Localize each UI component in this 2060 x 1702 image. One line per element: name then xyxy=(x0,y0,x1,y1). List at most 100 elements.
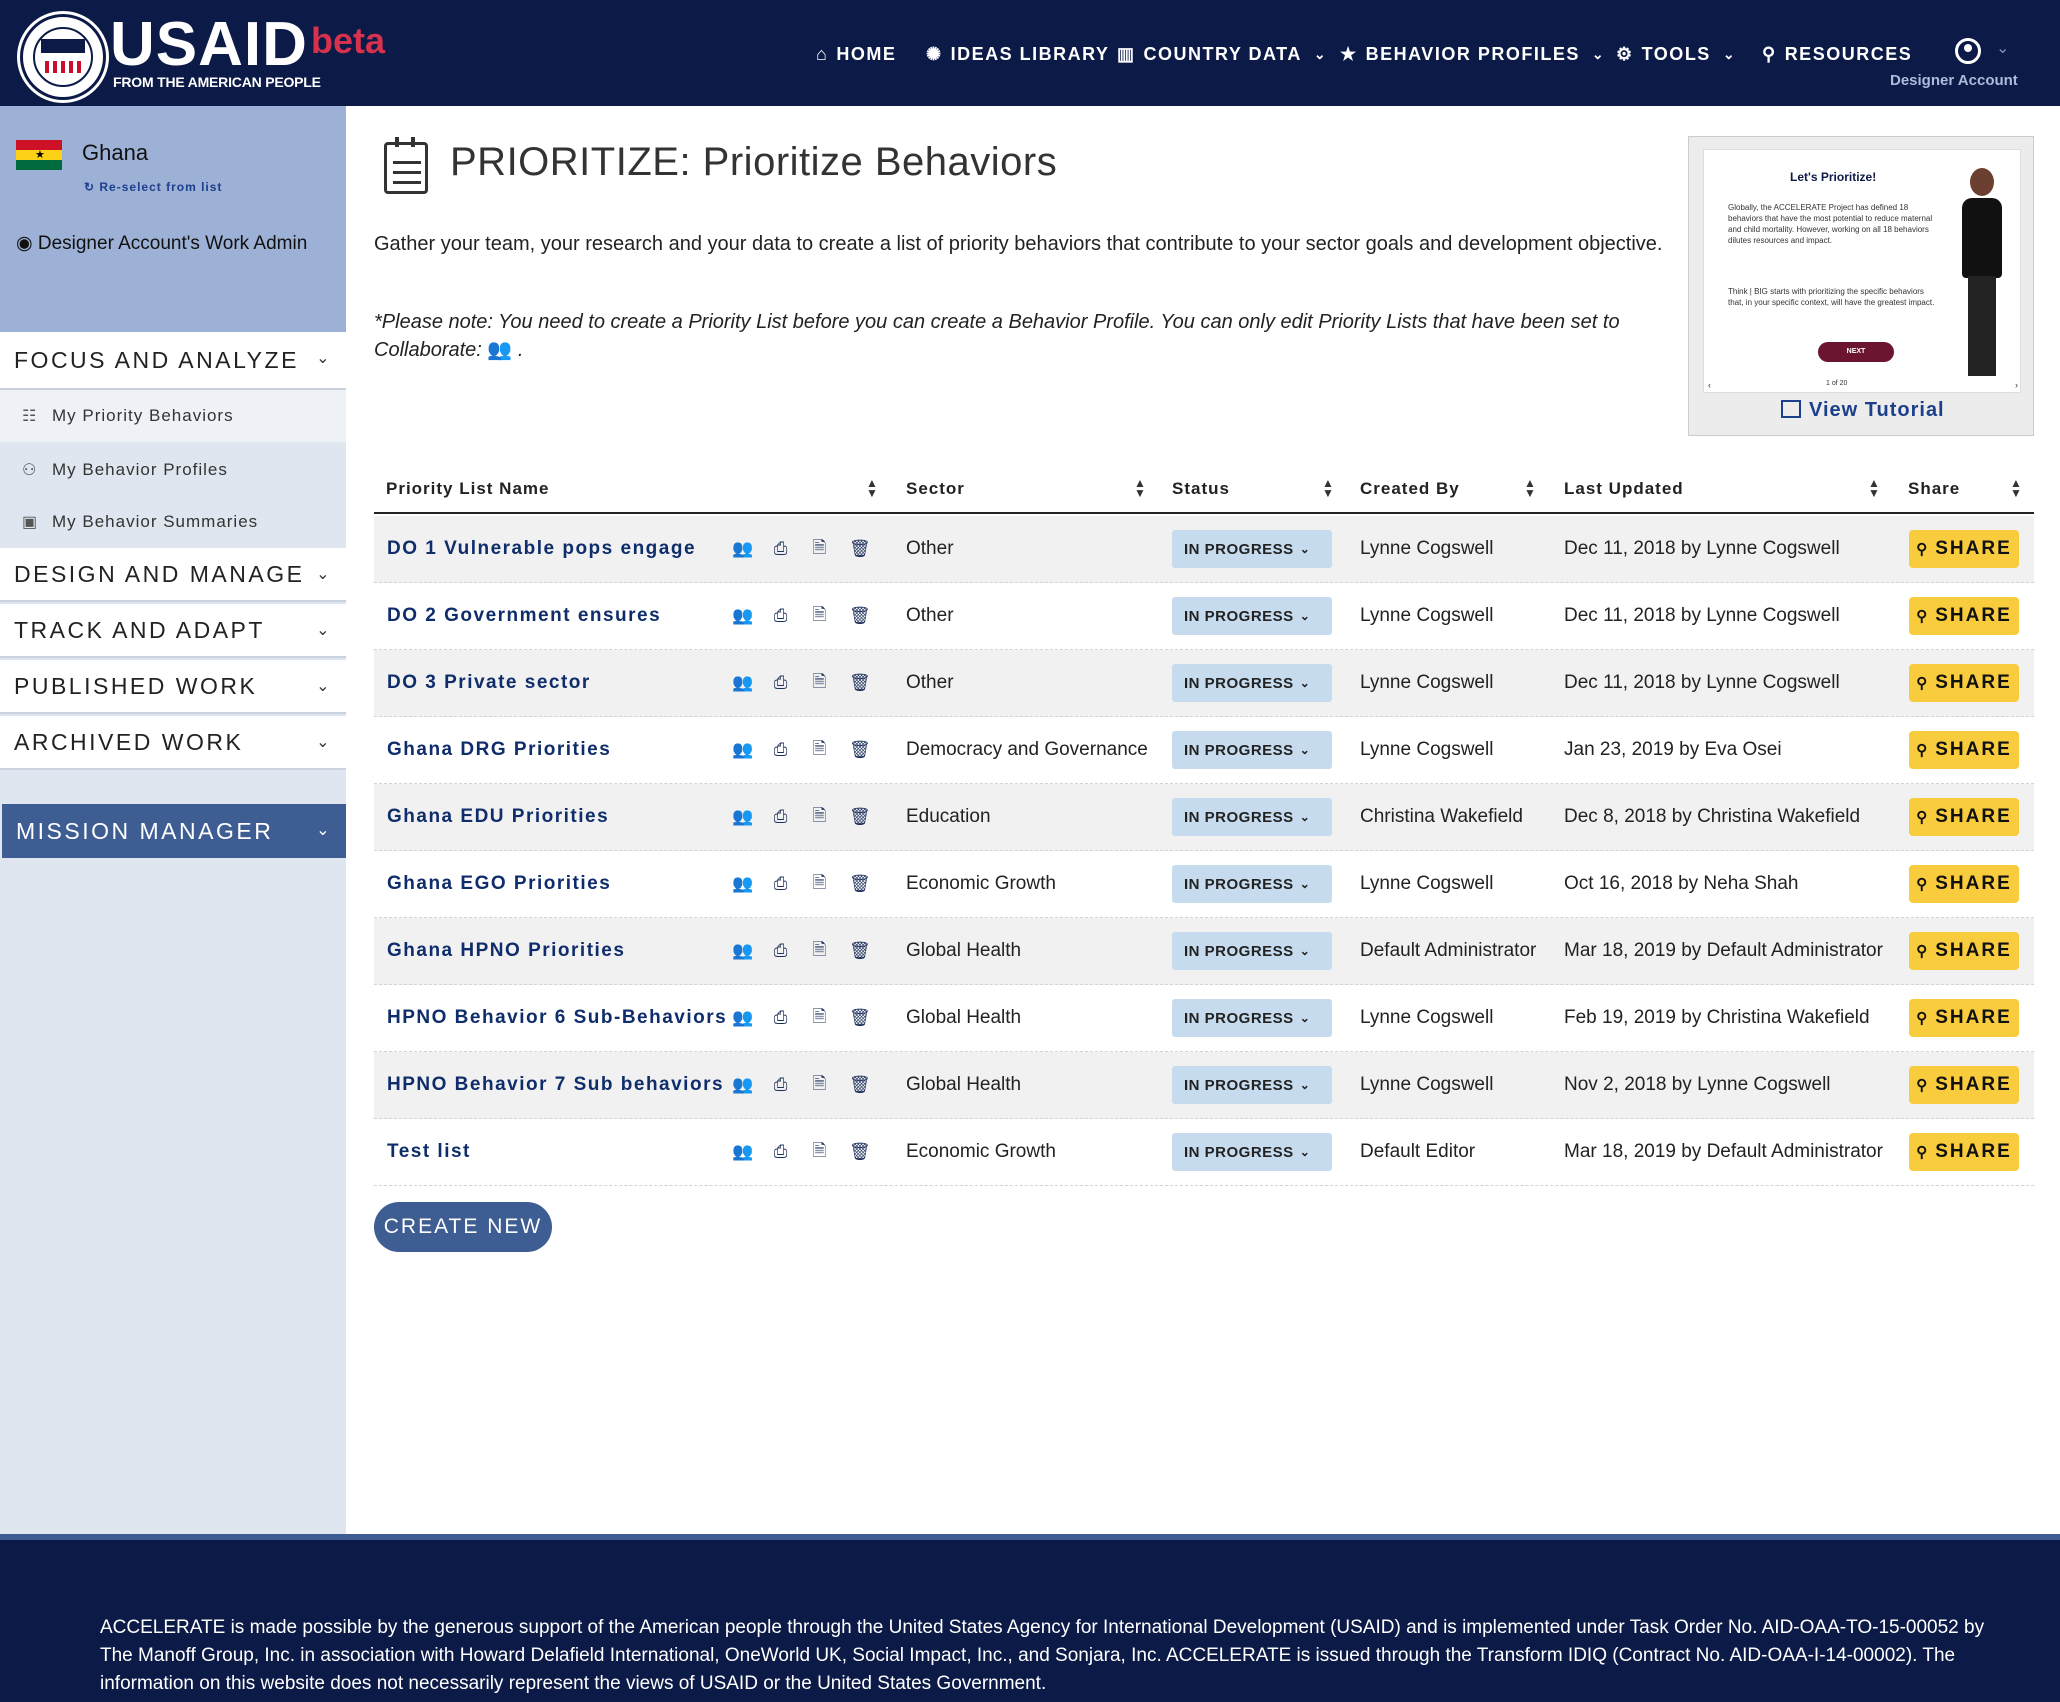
share-button[interactable]: ⚲ SHARE xyxy=(1909,1133,2019,1171)
status-dropdown[interactable]: IN PROGRESS ⌄ xyxy=(1172,865,1332,903)
pdf-icon[interactable]: 🗎 xyxy=(810,736,829,765)
trash-icon[interactable]: 🗑 xyxy=(849,606,871,626)
collaborate-icon[interactable]: 👥 xyxy=(732,807,753,827)
trash-icon[interactable]: 🗑 xyxy=(849,874,871,894)
status-dropdown[interactable]: IN PROGRESS ⌄ xyxy=(1172,798,1332,836)
share-button[interactable]: ⚲ SHARE xyxy=(1909,932,2019,970)
collaborate-icon[interactable]: 👥 xyxy=(732,1142,753,1162)
tutorial-next-button[interactable]: NEXT xyxy=(1818,342,1894,362)
trash-icon[interactable]: 🗑 xyxy=(849,941,871,961)
sort-icon[interactable]: ▲ ▼ xyxy=(1322,477,1335,499)
chevron-left-icon[interactable]: ‹ xyxy=(1708,380,1711,390)
workspace-label[interactable]: ◉ Designer Account's Work Admin xyxy=(16,230,316,257)
collaborate-icon[interactable]: 👥 xyxy=(732,874,753,894)
tutorial-slide-preview[interactable]: Let's Prioritize! Globally, the ACCELERA… xyxy=(1703,149,2021,393)
print-icon[interactable]: ⎙ xyxy=(771,1075,790,1095)
share-button[interactable]: ⚲ SHARE xyxy=(1909,530,2019,568)
nav-home[interactable]: ⌂ HOME xyxy=(816,40,896,68)
share-button[interactable]: ⚲ SHARE xyxy=(1909,798,2019,836)
sidebar-item-my-priority-behaviors[interactable]: ☷ My Priority Behaviors xyxy=(0,390,346,442)
status-dropdown[interactable]: IN PROGRESS ⌄ xyxy=(1172,597,1332,635)
sidebar-section-focus-and-analyze[interactable]: FOCUS AND ANALYZE ⌄ xyxy=(0,332,346,390)
view-tutorial-link[interactable]: View Tutorial xyxy=(1781,399,1945,422)
priority-list-name-link[interactable]: DO 2 Government ensures xyxy=(387,583,661,649)
print-icon[interactable]: ⎙ xyxy=(771,606,790,626)
chevron-down-icon[interactable]: ⌄ xyxy=(1996,38,2009,58)
status-dropdown[interactable]: IN PROGRESS ⌄ xyxy=(1172,530,1332,568)
share-button[interactable]: ⚲ SHARE xyxy=(1909,1066,2019,1104)
priority-list-name-link[interactable]: Ghana EGO Priorities xyxy=(387,851,611,917)
column-header-sector[interactable]: Sector xyxy=(906,466,965,512)
pdf-icon[interactable]: 🗎 xyxy=(810,1071,829,1100)
status-dropdown[interactable]: IN PROGRESS ⌄ xyxy=(1172,932,1332,970)
pdf-icon[interactable]: 🗎 xyxy=(810,937,829,966)
nav-country-data[interactable]: ▥ COUNTRY DATA ⌄ xyxy=(1117,40,1327,68)
nav-ideas-library[interactable]: ✺ IDEAS LIBRARY xyxy=(926,40,1109,68)
print-icon[interactable]: ⎙ xyxy=(771,539,790,559)
pdf-icon[interactable]: 🗎 xyxy=(810,669,829,698)
collaborate-icon[interactable]: 👥 xyxy=(732,539,753,559)
sort-icon[interactable]: ▲ ▼ xyxy=(866,477,879,499)
pdf-icon[interactable]: 🗎 xyxy=(810,602,829,631)
collaborate-icon[interactable]: 👥 xyxy=(732,606,753,626)
print-icon[interactable]: ⎙ xyxy=(771,673,790,693)
trash-icon[interactable]: 🗑 xyxy=(849,673,871,693)
status-dropdown[interactable]: IN PROGRESS ⌄ xyxy=(1172,1066,1332,1104)
priority-list-name-link[interactable]: DO 1 Vulnerable pops engage xyxy=(387,516,696,582)
print-icon[interactable]: ⎙ xyxy=(771,1008,790,1028)
sort-icon[interactable]: ▲ ▼ xyxy=(1868,477,1881,499)
trash-icon[interactable]: 🗑 xyxy=(849,539,871,559)
pdf-icon[interactable]: 🗎 xyxy=(810,803,829,832)
sidebar-section-mission-manager[interactable]: MISSION MANAGER ⌄ xyxy=(2,804,346,858)
collaborate-icon[interactable]: 👥 xyxy=(732,1008,753,1028)
pdf-icon[interactable]: 🗎 xyxy=(810,535,829,564)
collaborate-icon[interactable]: 👥 xyxy=(732,941,753,961)
sort-icon[interactable]: ▲ ▼ xyxy=(1524,477,1537,499)
share-button[interactable]: ⚲ SHARE xyxy=(1909,597,2019,635)
print-icon[interactable]: ⎙ xyxy=(771,1142,790,1162)
user-account-icon[interactable] xyxy=(1955,38,1981,64)
collaborate-icon[interactable]: 👥 xyxy=(732,673,753,693)
priority-list-name-link[interactable]: Test list xyxy=(387,1119,471,1185)
priority-list-name-link[interactable]: Ghana EDU Priorities xyxy=(387,784,609,850)
column-header-created-by[interactable]: Created By xyxy=(1360,466,1460,512)
status-dropdown[interactable]: IN PROGRESS ⌄ xyxy=(1172,1133,1332,1171)
share-button[interactable]: ⚲ SHARE xyxy=(1909,999,2019,1037)
tutorial-pager[interactable]: ‹ 1 of 20 › xyxy=(1708,380,2018,392)
sort-icon[interactable]: ▲ ▼ xyxy=(2010,477,2023,499)
print-icon[interactable]: ⎙ xyxy=(771,941,790,961)
collaborate-icon[interactable]: 👥 xyxy=(732,1075,753,1095)
trash-icon[interactable]: 🗑 xyxy=(849,1008,871,1028)
sidebar-section-published-work[interactable]: PUBLISHED WORK ⌄ xyxy=(0,660,346,714)
sidebar-item-my-behavior-summaries[interactable]: ▣ My Behavior Summaries xyxy=(0,496,346,548)
reselect-country-link[interactable]: ↻ Re-select from list xyxy=(84,180,222,194)
create-new-button[interactable]: CREATE NEW xyxy=(374,1202,552,1252)
pdf-icon[interactable]: 🗎 xyxy=(810,870,829,899)
collaborate-icon[interactable]: 👥 xyxy=(732,740,753,760)
print-icon[interactable]: ⎙ xyxy=(771,807,790,827)
print-icon[interactable]: ⎙ xyxy=(771,740,790,760)
pdf-icon[interactable]: 🗎 xyxy=(810,1004,829,1033)
usaid-seal-logo[interactable] xyxy=(20,14,106,100)
priority-list-name-link[interactable]: DO 3 Private sector xyxy=(387,650,591,716)
column-header-share[interactable]: Share xyxy=(1908,466,1960,512)
account-name[interactable]: Designer Account xyxy=(1890,72,2018,89)
nav-tools[interactable]: ⚙ TOOLS ⌄ xyxy=(1616,40,1736,68)
priority-list-name-link[interactable]: Ghana HPNO Priorities xyxy=(387,918,625,984)
sidebar-item-my-behavior-profiles[interactable]: ⚇ My Behavior Profiles xyxy=(0,444,346,496)
chevron-right-icon[interactable]: › xyxy=(2015,380,2018,390)
status-dropdown[interactable]: IN PROGRESS ⌄ xyxy=(1172,999,1332,1037)
column-header-name[interactable]: Priority List Name xyxy=(386,466,550,512)
status-dropdown[interactable]: IN PROGRESS ⌄ xyxy=(1172,731,1332,769)
column-header-last-updated[interactable]: Last Updated xyxy=(1564,466,1684,512)
priority-list-name-link[interactable]: HPNO Behavior 6 Sub-Behaviors xyxy=(387,985,727,1051)
sidebar-section-design-and-manage[interactable]: DESIGN AND MANAGE ⌄ xyxy=(0,548,346,602)
pdf-icon[interactable]: 🗎 xyxy=(810,1138,829,1167)
sort-icon[interactable]: ▲ ▼ xyxy=(1134,477,1147,499)
logo-wordmark[interactable]: USAID xyxy=(110,10,308,80)
priority-list-name-link[interactable]: Ghana DRG Priorities xyxy=(387,717,611,783)
column-header-status[interactable]: Status xyxy=(1172,466,1230,512)
priority-list-name-link[interactable]: HPNO Behavior 7 Sub behaviors xyxy=(387,1052,724,1118)
print-icon[interactable]: ⎙ xyxy=(771,874,790,894)
trash-icon[interactable]: 🗑 xyxy=(849,740,871,760)
